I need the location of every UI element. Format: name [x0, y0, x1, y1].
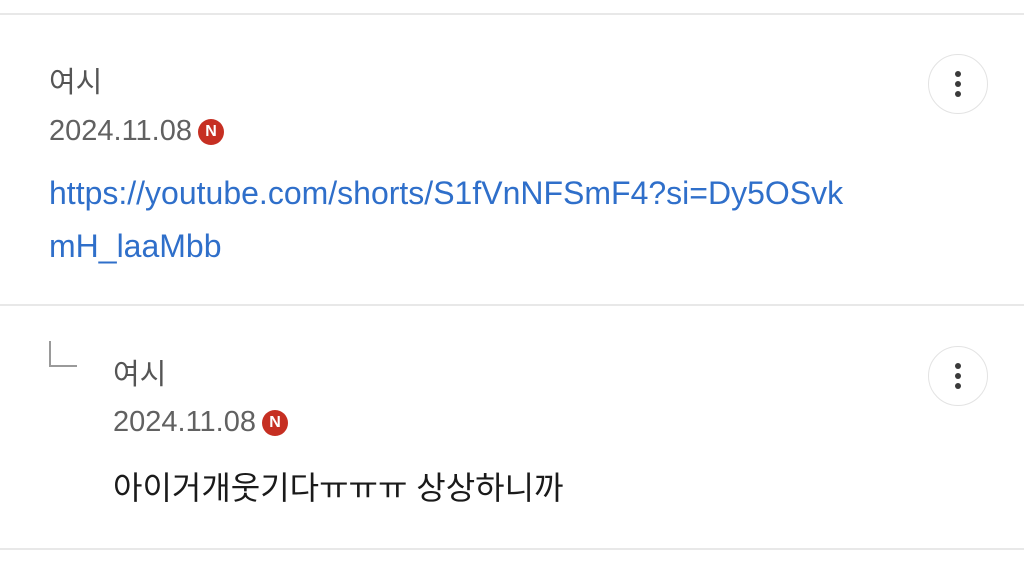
comment-author[interactable]: 여시 — [113, 358, 166, 392]
bottom-divider — [0, 548, 1024, 550]
comment-date: 2024.11.08 — [113, 406, 256, 438]
comment-text: 아이거개웃기다ㅠㅠㅠ 상상하니까 — [113, 470, 564, 506]
more-vertical-icon — [955, 363, 961, 389]
comment-date-row: 2024.11.08 N — [49, 113, 224, 149]
comment-item: 여시 2024.11.08 N https://youtube.com/shor… — [0, 0, 1024, 305]
more-vertical-icon — [955, 71, 961, 97]
more-options-button[interactable] — [928, 54, 988, 114]
comment-date: 2024.11.08 — [49, 115, 192, 147]
comment-author[interactable]: 여시 — [49, 66, 102, 100]
reply-comment-item: 여시 2024.11.08 N 아이거개웃기다ㅠㅠㅠ 상상하니까 — [0, 306, 1024, 549]
more-options-button[interactable] — [928, 346, 988, 406]
new-badge: N — [262, 409, 288, 436]
reply-arrow-icon — [49, 341, 77, 367]
comment-link[interactable]: https://youtube.com/shorts/S1fVnNFSmF4?s… — [49, 167, 869, 273]
new-badge: N — [198, 118, 224, 145]
comment-date-row: 2024.11.08 N — [113, 404, 288, 440]
